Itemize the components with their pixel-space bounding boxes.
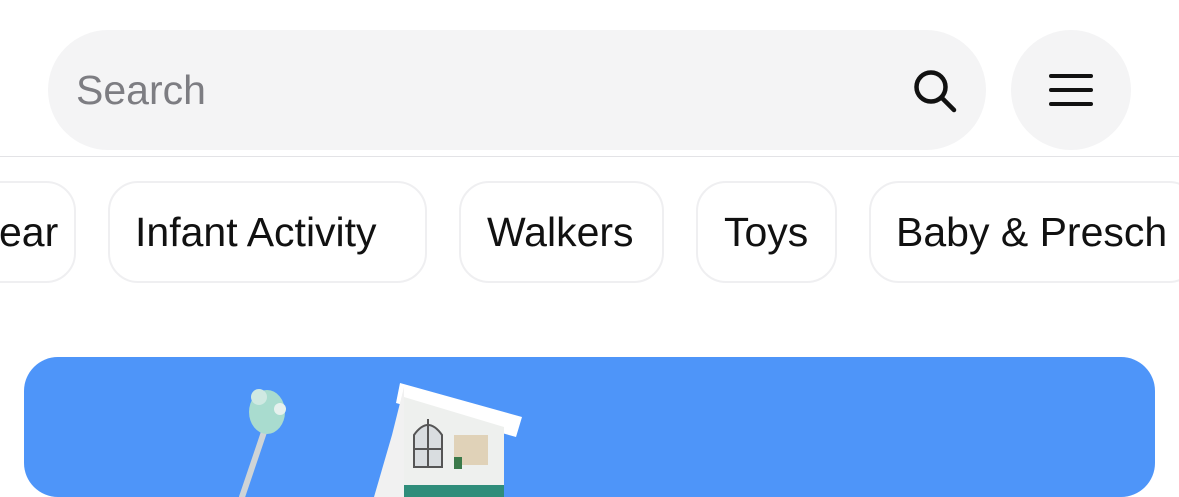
chip-label: Baby & Presch <box>896 209 1168 255</box>
hamburger-menu-icon <box>1049 74 1093 106</box>
search-input[interactable]: Search <box>76 30 206 150</box>
search-bar[interactable]: Search <box>48 30 986 150</box>
promo-banner[interactable] <box>24 357 1155 497</box>
header-divider <box>0 156 1179 157</box>
chip-label: Toys <box>724 209 809 255</box>
chip-label: ear <box>0 209 59 255</box>
chip-baby-preschool[interactable]: Baby & Presch <box>869 181 1179 283</box>
chip-infant-activity[interactable]: Infant Activity <box>108 181 427 283</box>
chip-walkers[interactable]: Walkers <box>459 181 664 283</box>
search-icon[interactable] <box>912 68 958 114</box>
chip-toys[interactable]: Toys <box>696 181 837 283</box>
chip-gear[interactable]: ear <box>0 181 76 283</box>
banner-product-image <box>239 383 522 497</box>
chip-label: Walkers <box>487 209 634 255</box>
toy-wand-image <box>239 389 286 497</box>
dollhouse-image <box>374 383 522 497</box>
chip-label: Infant Activity <box>135 209 377 255</box>
menu-button[interactable] <box>1011 30 1131 150</box>
category-chips: ear Infant Activity Walkers Toys Baby & … <box>0 181 1179 285</box>
